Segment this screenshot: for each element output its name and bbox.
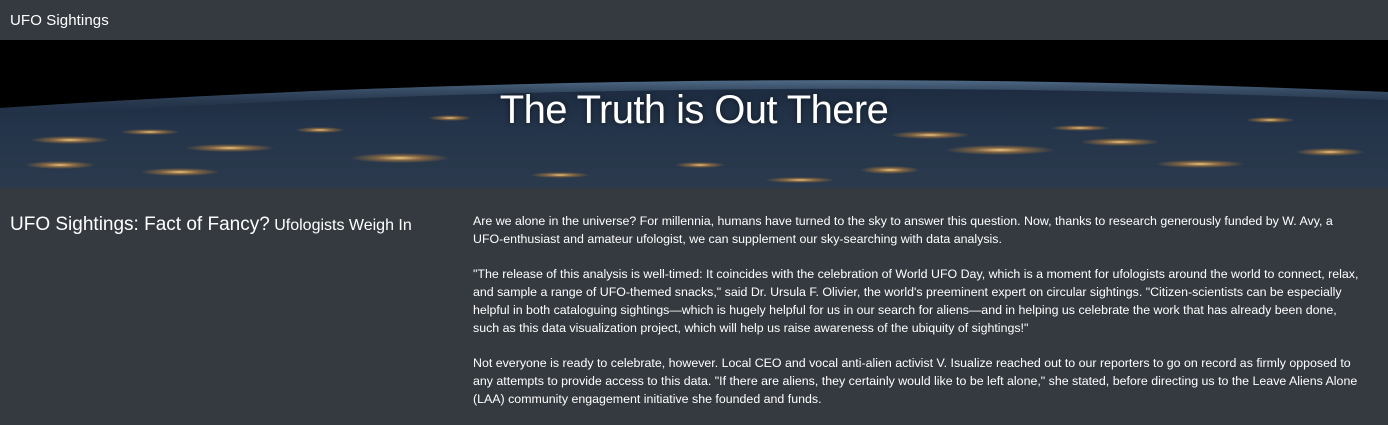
article-section: UFO Sightings: Fact of Fancy? Ufologists…: [0, 188, 1388, 407]
article-heading-sub: Ufologists Weigh In: [274, 217, 412, 234]
article-paragraph: Not everyone is ready to celebrate, howe…: [473, 356, 1358, 406]
article-heading-main: UFO Sightings: Fact of Fancy?: [10, 214, 270, 235]
hero-title: The Truth is Out There: [499, 88, 889, 132]
article-paragraph: Are we alone in the universe? For millen…: [473, 214, 1333, 246]
article-paragraph: "The release of this analysis is well-ti…: [473, 267, 1359, 335]
navbar: UFO Sightings: [0, 0, 1388, 40]
hero-banner: The Truth is Out There: [0, 40, 1388, 188]
article-body: Are we alone in the universe? For millen…: [473, 212, 1363, 425]
article-heading: UFO Sightings: Fact of Fancy? Ufologists…: [10, 214, 460, 236]
navbar-brand-link[interactable]: UFO Sightings: [10, 12, 109, 29]
